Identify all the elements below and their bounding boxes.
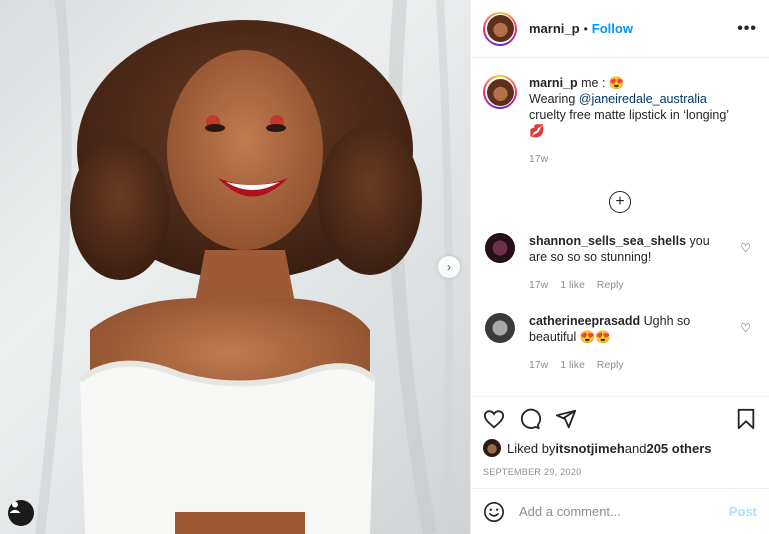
caption-body: marni_p me : 😍 Wearing @janeiredale_aust… xyxy=(529,75,749,167)
reply-button[interactable]: Reply xyxy=(597,359,624,371)
next-photo-button[interactable]: › xyxy=(438,256,460,278)
caption: marni_p me : 😍 Wearing @janeiredale_aust… xyxy=(483,75,757,167)
comment-username[interactable]: shannon_sells_sea_shells xyxy=(529,234,686,248)
caption-age[interactable]: 17w xyxy=(529,153,548,165)
tagged-users-button[interactable] xyxy=(8,500,34,526)
comment-username[interactable]: catherineeprasadd xyxy=(529,314,640,328)
portrait-illustration xyxy=(35,0,453,534)
like-comment-icon[interactable]: ♡ xyxy=(740,241,751,255)
comment-age[interactable]: 17w xyxy=(529,359,548,371)
more-options-icon[interactable]: ••• xyxy=(737,20,757,38)
instagram-post: › marni_p • Follow ••• marni_p me: 😍 We… xyxy=(0,0,769,534)
likes-summary: Liked by itsnotjimeh and 205 others xyxy=(483,439,757,457)
load-more-comments-button[interactable]: + xyxy=(609,191,631,213)
caption-avatar[interactable] xyxy=(483,75,517,109)
comment-avatar[interactable] xyxy=(485,233,515,263)
caption-mention-link[interactable]: @janeiredale_australia xyxy=(579,92,707,106)
user-icon xyxy=(9,501,21,513)
likes-prefix: Liked by xyxy=(507,440,556,456)
kiss-emoji-icon: 💋 xyxy=(529,124,545,138)
reply-button[interactable]: Reply xyxy=(597,279,624,291)
caption-line3: cruelty free matte lipstick in ‘longing’ xyxy=(529,108,730,122)
comment-body: catherineeprasadd Ughh so beautiful 😍😍 1… xyxy=(529,313,724,373)
caption-text: me : xyxy=(577,76,609,90)
send-icon[interactable] xyxy=(555,408,577,430)
caption-meta: 17w xyxy=(529,151,749,167)
comment-input[interactable]: Add a comment... xyxy=(519,504,621,519)
bookmark-icon[interactable] xyxy=(735,408,757,430)
caption-line2-prefix: Wearing xyxy=(529,92,579,106)
comment-meta: 17w 1 like Reply xyxy=(529,357,724,373)
comment-meta: 17w 1 like Reply xyxy=(529,277,724,293)
header-username[interactable]: marni_p xyxy=(529,21,580,36)
comment-item: shannon_sells_sea_shells you are so so s… xyxy=(483,233,757,293)
emoji-picker-icon[interactable] xyxy=(483,501,505,523)
likes-others-link[interactable]: 205 others xyxy=(646,441,711,456)
post-side-panel: marni_p • Follow ••• marni_p me : 😍 Wear… xyxy=(470,0,769,534)
post-date[interactable]: SEPTEMBER 29, 2020 xyxy=(483,467,757,477)
follow-button[interactable]: Follow xyxy=(592,21,633,36)
comment-body: shannon_sells_sea_shells you are so so s… xyxy=(529,233,724,293)
post-photo[interactable]: › xyxy=(0,0,470,534)
avatar[interactable] xyxy=(483,11,517,46)
like-comment-icon[interactable]: ♡ xyxy=(740,321,751,335)
heart-icon[interactable] xyxy=(483,408,505,430)
likes-middle: and xyxy=(624,440,647,456)
plus-circle-icon: + xyxy=(615,193,625,210)
comment-likes[interactable]: 1 like xyxy=(560,359,585,371)
comment-item: catherineeprasadd Ughh so beautiful 😍😍 1… xyxy=(483,313,757,373)
chevron-right-icon: › xyxy=(447,260,451,274)
comments-section: marni_p me : 😍 Wearing @janeiredale_aust… xyxy=(471,59,769,395)
add-comment-bar: Add a comment... Post xyxy=(471,488,769,534)
comment-likes[interactable]: 1 like xyxy=(560,279,585,291)
liker-avatar[interactable] xyxy=(483,439,501,457)
comment-avatar[interactable] xyxy=(485,313,515,343)
comment-age[interactable]: 17w xyxy=(529,279,548,291)
heart-eyes-emoji-icon: 😍😍 xyxy=(579,330,611,344)
post-comment-button[interactable]: Post xyxy=(729,504,757,519)
header-separator: • xyxy=(583,21,588,36)
heart-eyes-emoji-icon: 😍 xyxy=(608,76,625,90)
post-actions: Liked by itsnotjimeh and 205 others SEPT… xyxy=(471,396,769,477)
post-header: marni_p • Follow ••• xyxy=(471,0,769,58)
action-icons xyxy=(483,407,757,431)
caption-username[interactable]: marni_p xyxy=(529,76,578,90)
comment-icon[interactable] xyxy=(519,408,541,430)
liker-username[interactable]: itsnotjimeh xyxy=(555,441,624,456)
